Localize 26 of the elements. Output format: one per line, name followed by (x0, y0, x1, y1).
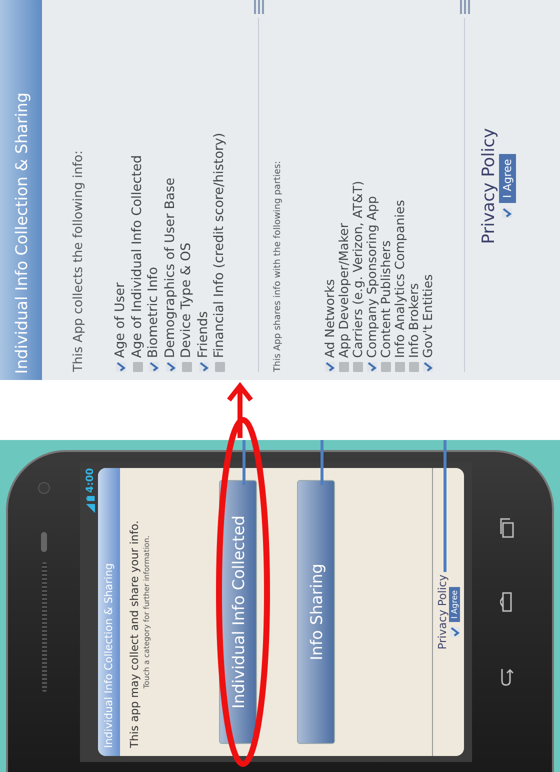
list-item-label: Friends (196, 311, 212, 358)
list-item-label: Financial Info (credit score/history) (212, 132, 228, 358)
list-item-label: Gov't Entities (420, 274, 434, 358)
screen-title: Individual Info Collection & Sharing (98, 468, 120, 756)
privacy-policy-link[interactable]: Privacy Policy (478, 128, 498, 244)
agree-button[interactable]: I Agree (498, 154, 516, 204)
collects-heading: This App collects the following info: (70, 149, 85, 372)
list-item-label: Age of User (113, 282, 129, 358)
list-item-label: Demographics of User Base (162, 178, 178, 358)
privacy-policy-link[interactable]: Privacy Policy (436, 574, 449, 650)
intro-text: This app may collect and share your info. (127, 520, 141, 750)
list-item-label: Content Publishers (378, 240, 392, 358)
list-item-label: Company Sponsoring App (364, 196, 378, 358)
list-item-label: Ad Networks (322, 279, 336, 358)
list-item-label: Info Analytics Companies (392, 200, 406, 358)
list-item-label: Age of Individual Info Collected (130, 155, 146, 358)
list-item-label: App Developer/Maker (336, 223, 350, 358)
list-item-label: Biometric Info (146, 266, 162, 358)
category-button[interactable]: Info Sharing (297, 480, 335, 744)
list-item-label: Info Brokers (406, 283, 420, 358)
panel-title: Individual Info Collection & Sharing (0, 0, 42, 380)
shares-heading: This App shares info with the following parties: (272, 160, 282, 372)
list-item-label: Carriers (e.g. Verizon, AT&T) (350, 180, 364, 358)
status-time: 4:00 (84, 468, 96, 493)
list-item-label: Device Type & OS (179, 242, 195, 358)
agree-button[interactable]: I Agree (449, 587, 460, 622)
